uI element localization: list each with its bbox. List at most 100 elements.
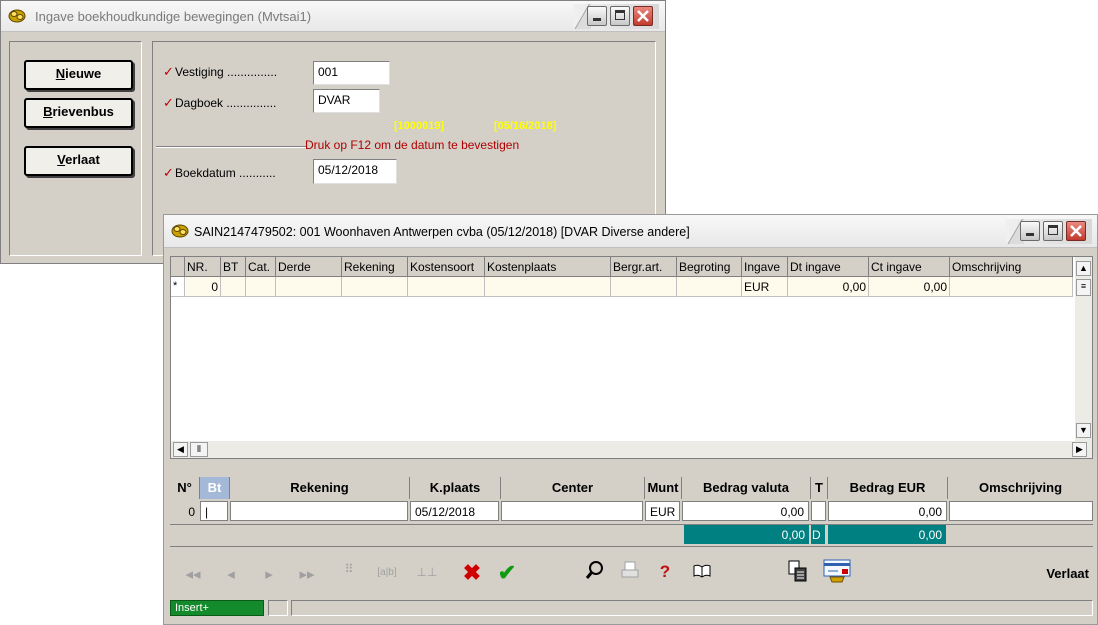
column-header-kostenplaats[interactable]: Kostenplaats [485, 257, 611, 277]
total-bedrag-valuta: 0,00 [684, 525, 809, 544]
vertical-scrollbar[interactable]: ▲ ≡ ▼ [1075, 257, 1092, 441]
scroll-up-icon[interactable]: ▲ [1076, 261, 1091, 276]
minimize-icon[interactable] [1020, 221, 1040, 241]
column-header-bergr-art[interactable]: Bergr.art. [611, 257, 677, 277]
new-row-marker: * [171, 277, 185, 297]
child-window-controls [1006, 219, 1092, 244]
column-header-ingave[interactable]: Ingave [742, 257, 788, 277]
cell-nr[interactable]: 0 [185, 277, 221, 297]
entry-header-center: Center [501, 477, 645, 499]
required-check-icon: ✓ [163, 165, 174, 180]
main-window-controls [573, 4, 659, 29]
row-indicator-header [171, 257, 185, 277]
payment-card-icon[interactable] [822, 557, 852, 587]
journal-number: [1000019] [394, 120, 445, 132]
prev-icon[interactable]: ◂ [220, 565, 242, 583]
required-check-icon: ✓ [163, 95, 174, 110]
cell-kostenplaats[interactable] [485, 277, 611, 297]
cell-derde[interactable] [276, 277, 342, 297]
cancel-icon[interactable]: ✖ [461, 560, 483, 586]
cell-ingave[interactable]: EUR [742, 277, 788, 297]
nieuwe-button[interactable]: Nieuwe [24, 60, 133, 90]
cell-bt[interactable] [221, 277, 246, 297]
brievenbus-button[interactable]: Brievenbus [24, 98, 133, 128]
next-icon[interactable]: ▸ [258, 565, 280, 583]
horizontal-scrollbar[interactable]: ◀ ⦀ ▶ [171, 441, 1092, 458]
entry-header-t: T [811, 477, 828, 499]
scroll-down-icon[interactable]: ▼ [1076, 423, 1091, 438]
entry-header-munt: Munt [645, 477, 682, 499]
close-icon[interactable] [1066, 221, 1086, 241]
required-check-icon: ✓ [163, 64, 174, 79]
cell-omschrijving[interactable] [950, 277, 1073, 297]
journal-date: [05/16/2018] [494, 120, 557, 132]
entry-header-bedrag-eur: Bedrag EUR [828, 477, 948, 499]
entry-header-bt: Bt [200, 477, 230, 499]
print-icon[interactable] [619, 560, 641, 584]
scroll-thumb[interactable]: ⦀ [190, 442, 208, 457]
entry-header-bedrag-valuta: Bedrag valuta [682, 477, 811, 499]
column-header-dt-ingave[interactable]: Dt ingave [788, 257, 869, 277]
column-header-kostensoort[interactable]: Kostensoort [408, 257, 485, 277]
column-header-derde[interactable]: Derde [276, 257, 342, 277]
cell-kostensoort[interactable] [408, 277, 485, 297]
child-titlebar[interactable]: SAIN2147479502: 001 Woonhaven Antwerpen … [164, 215, 1097, 248]
vestiging-field[interactable]: 001 [313, 61, 390, 85]
book-icon[interactable] [691, 562, 713, 584]
edit-icon[interactable]: [a|b] [376, 567, 398, 578]
status-mode: Insert+ [170, 600, 264, 616]
boekdatum-field[interactable]: 05/12/2018 [313, 159, 397, 184]
copy-paste-icon[interactable] [786, 559, 808, 587]
main-titlebar[interactable]: Ingave boekhoudkundige bewegingen (Mvtsa… [1, 1, 665, 32]
vestiging-label: Vestiging ............... [175, 65, 278, 79]
entry-kplaats-input[interactable]: 05/12/2018 [410, 501, 499, 521]
entry-omschrijving-input[interactable] [949, 501, 1093, 521]
maximize-icon[interactable] [610, 6, 630, 26]
app-icon [8, 9, 26, 23]
column-header-bt[interactable]: BT [221, 257, 246, 277]
entry-bedrag-eur-input[interactable]: 0,00 [828, 501, 947, 521]
search-icon[interactable] [584, 560, 606, 584]
column-header-rekening[interactable]: Rekening [342, 257, 408, 277]
entry-munt-input[interactable]: EUR [645, 501, 680, 521]
confirm-icon[interactable]: ✔ [496, 560, 518, 586]
entry-rekening-input[interactable] [230, 501, 408, 521]
toolbar-verlaat-button[interactable]: Verlaat [1046, 566, 1089, 581]
toolbar: ◂◂ ◂ ▸ ▸▸ ⠿ [a|b] ⊥⊥ ✖ ✔ ? Verlaat [170, 552, 1093, 594]
entry-header: N° Bt Rekening K.plaats Center Munt Bedr… [170, 477, 1093, 499]
child-window-title: SAIN2147479502: 001 Woonhaven Antwerpen … [194, 225, 690, 239]
entry-t-input[interactable] [811, 501, 826, 521]
last-icon[interactable]: ▸▸ [296, 565, 318, 583]
movements-grid[interactable]: NR. BT Cat. Derde Rekening Kostensoort K… [170, 256, 1093, 459]
dagboek-field[interactable]: DVAR [313, 89, 380, 113]
total-bedrag-eur: 0,00 [828, 525, 946, 544]
cell-rekening[interactable] [342, 277, 408, 297]
scroll-thumb[interactable]: ≡ [1076, 279, 1091, 296]
scroll-left-icon[interactable]: ◀ [173, 442, 188, 457]
column-header-cat[interactable]: Cat. [246, 257, 276, 277]
cell-cat[interactable] [246, 277, 276, 297]
delete-row-icon[interactable]: ⊥⊥ [416, 565, 438, 579]
entry-center-input[interactable] [501, 501, 643, 521]
column-header-begroting[interactable]: Begroting [677, 257, 742, 277]
status-message [291, 600, 1093, 616]
close-icon[interactable] [633, 6, 653, 26]
separator [156, 146, 306, 148]
entry-bedrag-valuta-input[interactable]: 0,00 [682, 501, 809, 521]
cell-dt-ingave[interactable]: 0,00 [788, 277, 869, 297]
cell-begroting[interactable] [677, 277, 742, 297]
column-header-ct-ingave[interactable]: Ct ingave [869, 257, 950, 277]
minimize-icon[interactable] [587, 6, 607, 26]
help-icon[interactable]: ? [654, 562, 676, 582]
verlaat-button[interactable]: Verlaat [24, 146, 133, 176]
scroll-right-icon[interactable]: ▶ [1072, 442, 1087, 457]
confirm-date-message: Druk op F12 om de datum te bevestigen [305, 138, 520, 152]
cell-bergr-art[interactable] [611, 277, 677, 297]
column-header-nr[interactable]: NR. [185, 257, 221, 277]
column-header-omschrijving[interactable]: Omschrijving [950, 257, 1073, 277]
cell-ct-ingave[interactable]: 0,00 [869, 277, 950, 297]
entry-bt-input[interactable]: | [200, 501, 228, 521]
first-icon[interactable]: ◂◂ [182, 565, 204, 583]
insert-row-icon[interactable]: ⠿ [338, 562, 360, 576]
maximize-icon[interactable] [1043, 221, 1063, 241]
